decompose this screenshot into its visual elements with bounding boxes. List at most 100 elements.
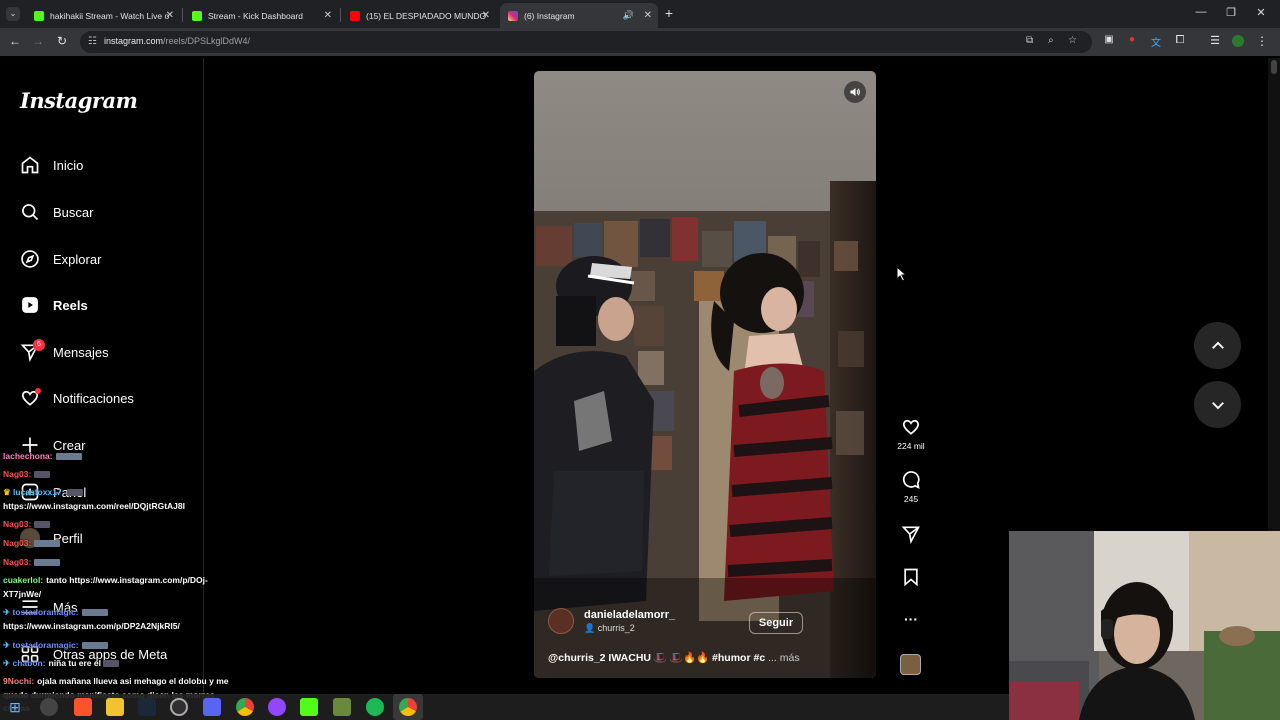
- reload-button[interactable]: ↻: [54, 34, 70, 48]
- chat-message: Nag03:: [3, 557, 265, 567]
- like-button[interactable]: 224 mil: [890, 417, 932, 451]
- reel-caption[interactable]: @churris_2 IWACHU 🎩 🎩🔥🔥 #humor #c ... má…: [548, 651, 800, 664]
- site-info-icon[interactable]: ☷: [88, 36, 97, 47]
- extension-icon[interactable]: ●: [1124, 34, 1140, 45]
- task-view-icon[interactable]: [40, 698, 58, 716]
- reading-list-icon[interactable]: ☰: [1207, 34, 1223, 47]
- previous-reel-button[interactable]: [1194, 322, 1241, 369]
- tab-divider: [340, 8, 341, 22]
- install-app-icon[interactable]: ⧉: [1026, 35, 1033, 46]
- chrome-icon[interactable]: [236, 698, 254, 716]
- chat-message: ✈ tostadoramagic:: [3, 607, 265, 617]
- back-button[interactable]: ←: [7, 34, 23, 48]
- extension-icon[interactable]: ▣: [1101, 34, 1117, 45]
- close-icon[interactable]: ✕: [482, 10, 490, 21]
- stream-chat-overlay: lachechona: Nag03: ♛ lucasfoxx17: https:…: [0, 452, 270, 720]
- close-icon[interactable]: ✕: [166, 10, 174, 21]
- windows-taskbar: ⊞: [0, 694, 1009, 720]
- tab-kick-dashboard[interactable]: Stream - Kick Dashboard ✕: [184, 3, 338, 28]
- scrollbar-thumb[interactable]: [1271, 60, 1277, 74]
- reel-video[interactable]: danieladelamorr_ 👤 churris_2 Seguir @chu…: [534, 71, 876, 678]
- audio-thumbnail[interactable]: [900, 654, 921, 675]
- tab-instagram[interactable]: (6) Instagram 🔊 ✕: [500, 3, 658, 28]
- url-text: instagram.com/reels/DPSLkglDdW4/: [104, 36, 251, 46]
- kick-icon[interactable]: [300, 698, 318, 716]
- sidebar-item-label: Explorar: [53, 251, 102, 267]
- window-close-button[interactable]: ✕: [1254, 6, 1268, 19]
- forward-button[interactable]: →: [30, 34, 46, 48]
- tab-youtube[interactable]: (15) EL DESPIADADO MUNDO D ✕: [342, 3, 496, 28]
- notification-dot: [35, 388, 41, 394]
- tab-title: hakihakii Stream - Watch Live o: [50, 10, 170, 21]
- discord-icon[interactable]: [203, 698, 221, 716]
- restore-button[interactable]: ❐: [1224, 6, 1238, 19]
- tab-kick-stream[interactable]: hakihakii Stream - Watch Live o ✕: [26, 3, 180, 28]
- likes-count: 224 mil: [897, 441, 925, 451]
- save-button[interactable]: [890, 567, 932, 587]
- extensions-puzzle-icon[interactable]: ⧠: [1172, 34, 1188, 47]
- reel-video-frame: [534, 71, 876, 678]
- emote-image: [34, 471, 51, 479]
- tab-search-button[interactable]: ⌄: [6, 7, 20, 21]
- minimize-button[interactable]: —: [1194, 6, 1208, 18]
- new-tab-button[interactable]: +: [662, 5, 676, 21]
- steam-icon[interactable]: [138, 698, 156, 716]
- browser-menu-button[interactable]: ⋮: [1254, 34, 1270, 48]
- sidebar-item-inicio[interactable]: Inicio: [20, 152, 83, 178]
- translate-extension-icon[interactable]: 文: [1148, 34, 1164, 49]
- sidebar-item-label: Notificaciones: [53, 390, 134, 406]
- sidebar-item-mensajes[interactable]: 6 Mensajes: [20, 339, 109, 365]
- sidebar-item-reels[interactable]: Reels: [20, 292, 88, 318]
- next-reel-button[interactable]: [1194, 381, 1241, 428]
- brave-icon[interactable]: [74, 698, 92, 716]
- chat-message: ✈ chabon: niña tu ere el: [3, 658, 265, 668]
- tab-title: Stream - Kick Dashboard: [208, 10, 303, 21]
- collab-username[interactable]: 👤 churris_2: [584, 623, 675, 634]
- address-bar[interactable]: ☷ instagram.com/reels/DPSLkglDdW4/ ⧉ ⌕ ☆: [80, 31, 1092, 53]
- chat-message: ✈ tostadoramagic:: [3, 640, 265, 650]
- instagram-icon: [508, 10, 518, 21]
- chat-message: ♛ lucasfoxx17:: [3, 487, 265, 497]
- mute-button[interactable]: [844, 81, 866, 103]
- sidebar-item-explorar[interactable]: Explorar: [20, 246, 101, 272]
- close-icon[interactable]: ✕: [324, 10, 332, 21]
- chat-message: XT7jnWe/: [3, 589, 42, 599]
- unread-badge: 6: [33, 339, 45, 351]
- mouse-cursor-icon: [896, 266, 908, 282]
- browser-toolbar: ← → ↻ ☷ instagram.com/reels/DPSLkglDdW4/…: [0, 28, 1280, 56]
- instagram-logo[interactable]: Instagram: [20, 88, 138, 113]
- follow-button[interactable]: Seguir: [749, 612, 803, 634]
- author-username[interactable]: danieladelamorr_: [584, 609, 675, 621]
- sidebar-item-buscar[interactable]: Buscar: [20, 199, 93, 225]
- tab-title: (15) EL DESPIADADO MUNDO D: [366, 10, 488, 21]
- profile-avatar[interactable]: [1230, 35, 1246, 50]
- share-button[interactable]: [890, 524, 932, 544]
- file-explorer-icon[interactable]: [106, 698, 124, 716]
- zoom-icon[interactable]: ⌕: [1048, 35, 1054, 46]
- speaker-icon[interactable]: 🔊: [623, 10, 634, 21]
- author-avatar[interactable]: [548, 608, 574, 634]
- youtube-icon: [350, 10, 360, 21]
- more-options-button[interactable]: ···: [890, 611, 932, 627]
- bookmark-star-icon[interactable]: ☆: [1068, 35, 1077, 46]
- reel-author[interactable]: danieladelamorr_ 👤 churris_2: [548, 608, 675, 634]
- emote-image: [34, 559, 61, 567]
- emote-image: [81, 642, 108, 650]
- close-icon[interactable]: ✕: [644, 10, 652, 21]
- tab-strip: ⌄ hakihakii Stream - Watch Live o ✕ Stre…: [0, 0, 1280, 28]
- more-link[interactable]: ... más: [768, 652, 800, 664]
- minecraft-icon[interactable]: [333, 698, 351, 716]
- spotify-icon[interactable]: [366, 698, 384, 716]
- obs-icon[interactable]: [170, 698, 188, 716]
- chrome-icon[interactable]: [399, 698, 417, 716]
- chat-message: 9Nochi: ojala mañana llueva asi mehago el…: [3, 676, 229, 686]
- emote-image: [103, 660, 120, 668]
- app-icon[interactable]: [268, 698, 286, 716]
- heart-icon: [20, 388, 41, 408]
- emote-image: [34, 540, 61, 548]
- bookmark-icon: [904, 568, 918, 587]
- windows-start-icon[interactable]: ⊞: [6, 698, 24, 716]
- comment-button[interactable]: 245: [890, 470, 932, 504]
- sidebar-item-notificaciones[interactable]: Notificaciones: [20, 385, 134, 411]
- webcam-feed: [1009, 531, 1280, 720]
